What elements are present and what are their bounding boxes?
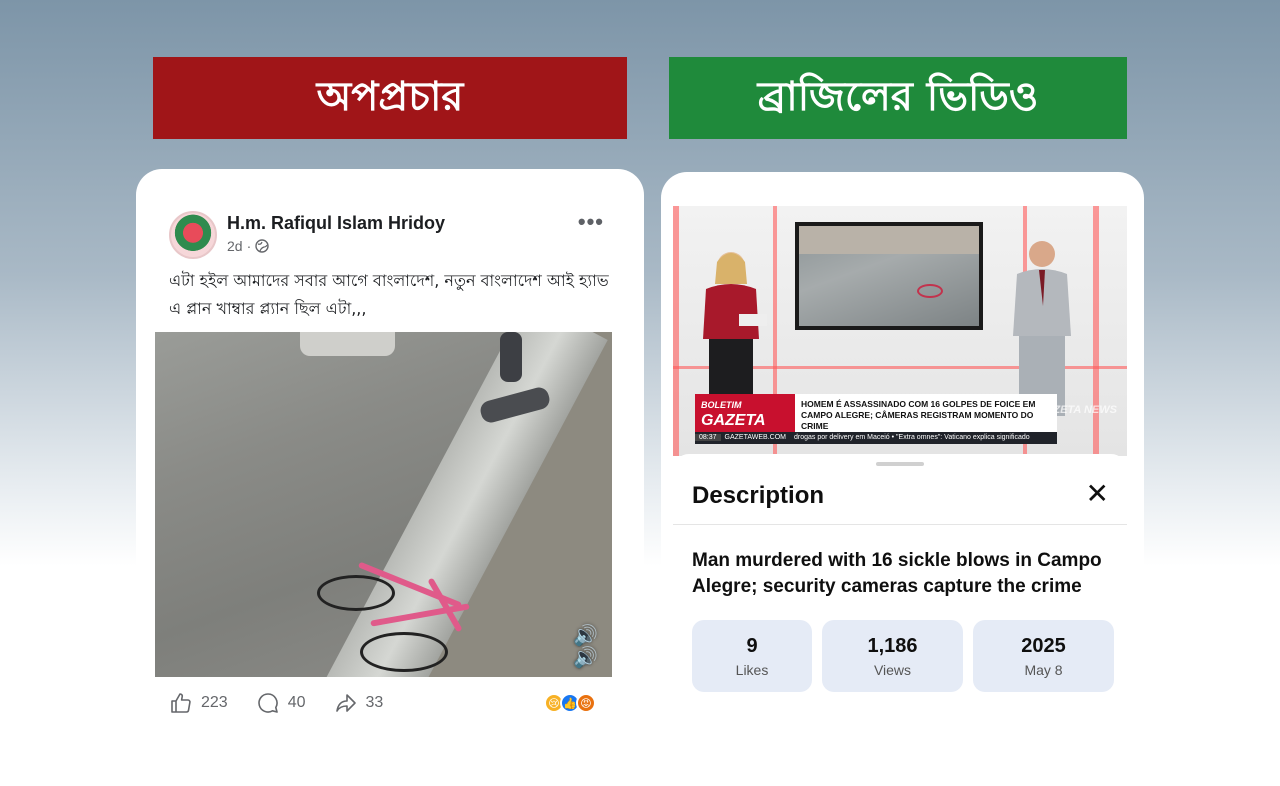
news-headline: HOMEM É ASSASSINADO COM 16 GOLPES DE FOI… — [801, 399, 1036, 431]
comment-button[interactable]: 40 — [256, 691, 306, 715]
misinformation-banner: অপপ্রচার — [153, 57, 627, 139]
description-sheet: Description ✕ Man murdered with 16 sickl… — [673, 454, 1127, 725]
likes-count: 223 — [201, 694, 228, 711]
author-name[interactable]: H.m. Rafiqul Islam Hridoy — [227, 213, 445, 234]
likes-stat: 9 Likes — [692, 620, 812, 692]
video-title: Man murdered with 16 sickle blows in Cam… — [692, 550, 1102, 597]
reactions-summary[interactable]: 😢 👍 😡 — [544, 693, 596, 713]
angry-icon: 😡 — [576, 693, 596, 713]
globe-icon — [255, 239, 269, 253]
like-icon — [171, 693, 191, 713]
news-video-frame[interactable]: BOLETIM GAZETA HOMEM É ASSASSINADO COM 1… — [673, 206, 1127, 456]
close-icon[interactable]: ✕ — [1086, 480, 1109, 508]
brazil-video-banner: ব্রাজিলের ভিডিও — [669, 57, 1127, 139]
shares-count: 33 — [365, 694, 384, 711]
volume-icon[interactable]: 🔊 🔊 — [573, 625, 598, 669]
post-time[interactable]: 2d — [227, 238, 243, 254]
parked-car — [300, 332, 395, 356]
brazil-video-card: BOLETIM GAZETA HOMEM É ASSASSINADO COM 1… — [661, 172, 1144, 727]
facebook-post-card: H.m. Rafiqul Islam Hridoy 2d · ••• এটা হ… — [136, 169, 644, 729]
like-button[interactable]: 223 — [169, 691, 228, 715]
news-lower-third: BOLETIM GAZETA HOMEM É ASSASSINADO COM 1… — [695, 394, 1057, 432]
video-stats: 9 Likes 1,186 Views 2025 May 8 — [692, 620, 1114, 692]
post-video[interactable]: 🔊 🔊 — [155, 332, 612, 677]
date-stat: 2025 May 8 — [973, 620, 1114, 692]
female-anchor — [703, 252, 767, 414]
post-actions: 223 40 33 — [169, 691, 383, 715]
drag-handle[interactable] — [876, 462, 924, 466]
more-options-icon[interactable]: ••• — [578, 209, 604, 235]
tv-screen — [795, 222, 983, 330]
divider — [673, 524, 1127, 525]
comments-count: 40 — [287, 694, 306, 711]
avatar[interactable] — [169, 211, 217, 259]
person-figure — [500, 332, 522, 382]
description-header: Description — [692, 482, 825, 509]
post-header: H.m. Rafiqul Islam Hridoy 2d · — [169, 211, 445, 259]
views-stat: 1,186 Views — [822, 620, 963, 692]
gazeta-logo: BOLETIM GAZETA — [695, 394, 795, 432]
channel-watermark: GAZETA NEWS — [1036, 404, 1117, 416]
comment-icon — [257, 693, 278, 713]
share-button[interactable]: 33 — [334, 691, 384, 715]
share-icon — [335, 694, 356, 712]
news-ticker: 08:37 GAZETAWEB.COM drogas por delivery em… — [695, 432, 1057, 444]
male-anchor — [1013, 241, 1071, 416]
post-text: এটা হইল আমাদের সবার আগে বাংলাদেশ, নতুন ব… — [169, 271, 609, 318]
